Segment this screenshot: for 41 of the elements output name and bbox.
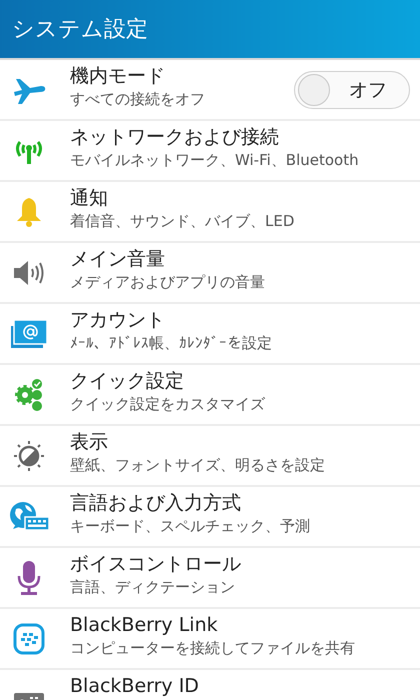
item-title: 機内モード [70,65,166,87]
item-title: BlackBerry ID [70,675,200,697]
bell-icon [15,196,43,228]
item-subtitle: キーボード、スペルチェック、予測 [70,516,311,537]
item-title: BlackBerry Link [70,614,219,636]
item-subtitle: コンピューターを接続してファイルを共有 [70,638,356,659]
settings-item[interactable]: クイック設定 クイック設定をカスタマイズ [0,365,420,426]
item-subtitle: ﾒｰﾙ、ｱﾄﾞﾚｽ帳、ｶﾚﾝﾀﾞｰを設定 [70,333,273,354]
brightness-icon [13,440,45,472]
item-subtitle: メディアおよびアプリの音量 [70,272,266,293]
item-title: 通知 [70,187,109,209]
settings-item[interactable]: 通知 着信音、サウンド、バイブ、LED [0,182,420,243]
settings-item[interactable]: ボイスコントロール 言語、ディクテーション [0,548,420,609]
item-subtitle: すべての接続をオフ [70,89,206,110]
at-sign-icon [10,318,48,348]
screen-title: システム設定 [12,16,148,44]
item-title: クイック設定 [70,370,185,392]
settings-item[interactable]: BlackBerry ID [0,670,420,700]
item-title: 表示 [70,431,109,453]
item-subtitle: 壁紙、フォントサイズ、明るさを設定 [70,455,326,476]
item-subtitle: 言語、ディクテーション [70,577,236,598]
item-subtitle: クイック設定をカスタマイズ [70,394,266,415]
settings-item[interactable]: 表示 壁紙、フォントサイズ、明るさを設定 [0,426,420,487]
settings-item[interactable]: BlackBerry Link コンピューターを接続してファイルを共有 [0,609,420,670]
settings-item[interactable]: メイン音量 メディアおよびアプリの音量 [0,243,420,304]
item-title: ネットワークおよび接続 [70,126,280,148]
gear-icon [13,378,45,412]
microphone-icon [15,560,43,596]
settings-item[interactable]: ネットワークおよび接続 モバイルネットワーク、Wi-Fi、Bluetooth [0,121,420,182]
settings-item[interactable]: 機内モード すべての接続をオフ オフ [0,60,420,121]
item-title: アカウント [70,309,166,331]
settings-item[interactable]: アカウント ﾒｰﾙ、ｱﾄﾞﾚｽ帳、ｶﾚﾝﾀﾞｰを設定 [0,304,420,365]
item-subtitle: モバイルネットワーク、Wi-Fi、Bluetooth [70,150,360,171]
speaker-icon [12,258,46,286]
settings-item[interactable]: 言語および入力方式 キーボード、スペルチェック、予測 [0,487,420,548]
item-title: ボイスコントロール [70,553,242,575]
item-title: メイン音量 [70,248,166,270]
toggle-switch[interactable]: オフ [294,70,410,108]
item-subtitle: 着信音、サウンド、バイブ、LED [70,211,296,232]
dots-icon [13,622,45,654]
item-title: 言語および入力方式 [70,492,242,514]
